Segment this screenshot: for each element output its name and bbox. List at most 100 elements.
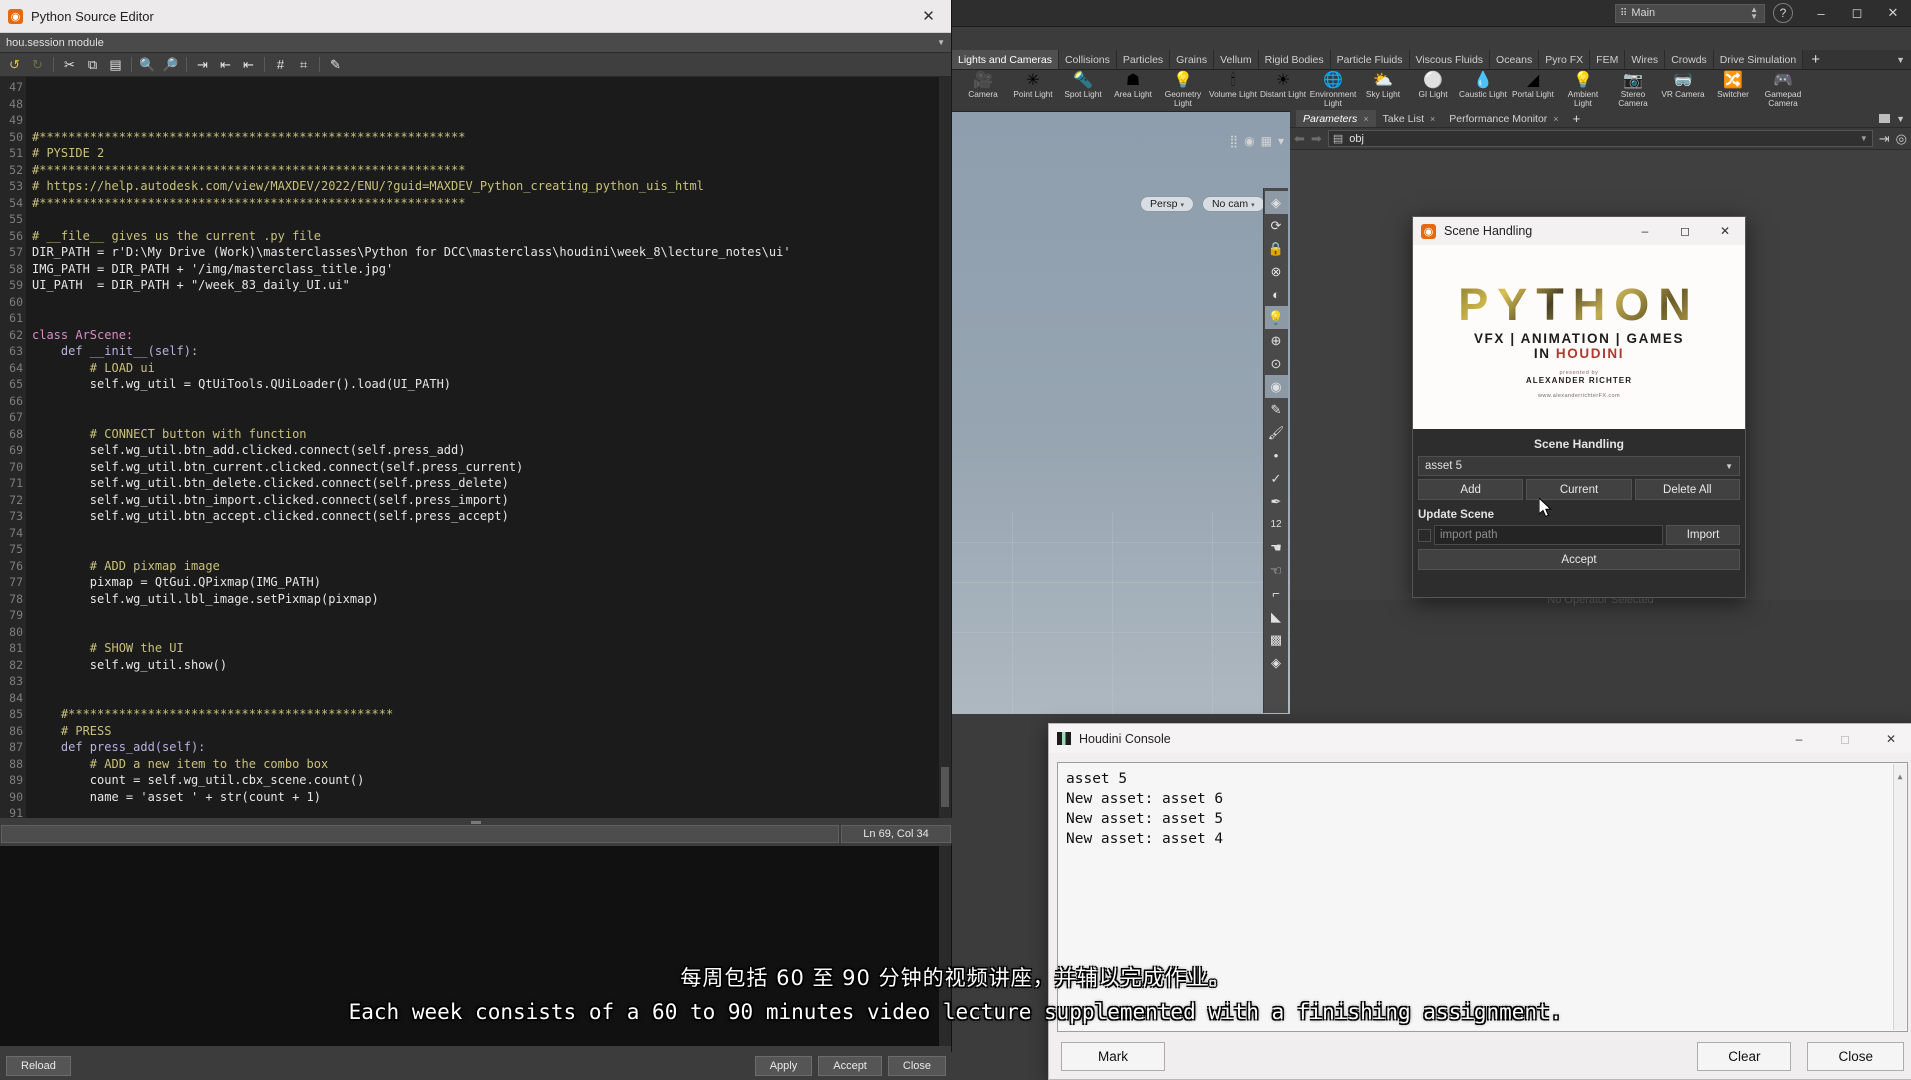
code-line[interactable]: # SHOW the UI — [32, 640, 952, 657]
shelf-tab-lights-and-cameras[interactable]: Lights and Cameras — [952, 50, 1059, 69]
scroll-up-icon[interactable]: ▲ — [1894, 767, 1906, 787]
shelf-tool-caustic-light[interactable]: 💧 Caustic Light — [1458, 70, 1508, 99]
knife-icon[interactable]: ◣ — [1265, 605, 1288, 628]
indent-icon[interactable]: ⇥ — [193, 55, 212, 74]
parameter-path-field[interactable]: ▤ obj ▼ — [1327, 130, 1873, 147]
code-line[interactable]: name = 'asset ' + str(count + 1) — [32, 789, 952, 806]
chevron-down-icon[interactable]: ▼ — [1860, 134, 1868, 143]
measure-icon[interactable]: ⌐ — [1265, 582, 1288, 605]
module-selector-bar[interactable]: hou.session module ▼ — [0, 33, 951, 53]
chevron-down-icon[interactable]: ▼ — [1725, 462, 1733, 471]
code-line[interactable]: self.wg_util.btn_add.clicked.connect(sel… — [32, 442, 952, 459]
code-line[interactable]: # ADD pixmap image — [32, 558, 952, 575]
viewport-camera-selector[interactable]: No cam ▾ — [1201, 196, 1265, 212]
code-line[interactable]: IMG_PATH = DIR_PATH + '/img/masterclass_… — [32, 261, 952, 278]
viewport-display-options-icon[interactable]: ◉ — [1244, 134, 1254, 148]
unindent-icon[interactable]: ⇤ — [216, 55, 235, 74]
import-path-checkbox[interactable] — [1418, 528, 1431, 542]
number-12-icon[interactable]: 12 — [1265, 513, 1288, 536]
paint-icon[interactable]: ✎ — [1265, 398, 1288, 421]
code-line[interactable]: self.wg_util = QtUiTools.QUiLoader().loa… — [32, 376, 952, 393]
code-line[interactable]: #***************************************… — [32, 195, 952, 212]
shelf-add-tab-button[interactable]: + — [1803, 50, 1828, 69]
cut-icon[interactable]: ✂ — [60, 55, 79, 74]
scene-dialog-minimize-button[interactable]: – — [1625, 217, 1665, 245]
code-line[interactable] — [32, 607, 952, 624]
chevron-down-icon[interactable]: ▼ — [1896, 114, 1905, 124]
houdini-close-button[interactable]: ✕ — [1875, 0, 1911, 26]
desktop-spinner-icon[interactable]: ▲ ▼ — [1750, 6, 1758, 21]
shelf-tab-drive-simulation[interactable]: Drive Simulation — [1713, 50, 1804, 69]
clear-button[interactable]: Clear — [1697, 1041, 1792, 1071]
shelf-tab-viscous-fluids[interactable]: Viscous Fluids — [1409, 50, 1491, 69]
no-snap-icon[interactable]: ⊗ — [1265, 260, 1288, 283]
shelf-tool-environment-light[interactable]: 🌐 Environment Light — [1308, 70, 1358, 107]
code-line[interactable]: self.wg_util.show() — [32, 657, 952, 674]
reload-button[interactable]: Reload — [6, 1056, 71, 1076]
import-button[interactable]: Import — [1666, 525, 1740, 545]
pane-menu-icon[interactable] — [1879, 114, 1891, 123]
shelf-tool-gamepad-camera[interactable]: 🎮 Gamepad Camera — [1758, 70, 1808, 107]
delete-all-button[interactable]: Delete All — [1634, 479, 1740, 500]
shelf-tool-volume-light[interactable]: 🕯 Volume Light — [1208, 70, 1258, 99]
shelf-tab-pyro-fx[interactable]: Pyro FX — [1539, 50, 1591, 69]
code-line[interactable] — [32, 673, 952, 690]
code-line[interactable]: self.wg_util.btn_delete.clicked.connect(… — [32, 475, 952, 492]
shelf-tool-ambient-light[interactable]: 💡 Ambient Light — [1558, 70, 1608, 107]
code-line[interactable]: # PYSIDE 2 — [32, 145, 952, 162]
code-line[interactable]: pixmap = QtGui.QPixmap(IMG_PATH) — [32, 574, 952, 591]
parameter-tab-parameters[interactable]: Parameters × — [1296, 110, 1376, 127]
light-add-icon[interactable]: ⊕ — [1265, 329, 1288, 352]
light-place-icon[interactable]: ⊙ — [1265, 352, 1288, 375]
param-target-icon[interactable]: ◎ — [1896, 131, 1907, 147]
chevron-down-icon[interactable]: ▼ — [937, 38, 945, 47]
param-pin-icon[interactable]: ⇥ — [1879, 131, 1890, 147]
viewport-snapshot-icon[interactable]: ▦ — [1261, 134, 1272, 148]
handle-icon[interactable]: ⟳ — [1265, 214, 1288, 237]
redo-icon[interactable]: ↻ — [28, 55, 47, 74]
shelf-tab-vellum[interactable]: Vellum — [1214, 50, 1259, 69]
console-scrollbar[interactable]: ▲ — [1893, 764, 1906, 1030]
output-pane-scrollbar[interactable] — [939, 846, 951, 1046]
shelf-tab-grains[interactable]: Grains — [1170, 50, 1215, 69]
code-line[interactable]: self.wg_util.lbl_image.setPixmap(pixmap) — [32, 591, 952, 608]
editor-close-button[interactable]: Close — [887, 1056, 946, 1076]
add-button[interactable]: Add — [1418, 479, 1524, 500]
code-line[interactable]: def press_add(self): — [32, 739, 952, 756]
scene-dialog-close-button[interactable]: ✕ — [1705, 217, 1745, 245]
undo-icon[interactable]: ↺ — [5, 55, 24, 74]
houdini-maximize-button[interactable]: ◻ — [1839, 0, 1875, 26]
code-line[interactable]: count = self.wg_util.cbx_scene.count() — [32, 772, 952, 789]
import-path-input[interactable]: import path — [1434, 525, 1663, 545]
code-line[interactable] — [32, 409, 952, 426]
shelf-tool-point-light[interactable]: ✳ Point Light — [1008, 70, 1058, 99]
shelf-tool-gi-light[interactable]: ⚪ GI Light — [1408, 70, 1458, 99]
viewport-layout-icon[interactable]: ⣿ — [1229, 134, 1238, 148]
shelf-tool-geometry-light[interactable]: 💡 Geometry Light — [1158, 70, 1208, 107]
code-line[interactable]: self.wg_util.btn_current.clicked.connect… — [32, 459, 952, 476]
code-line[interactable]: # ADD a new item to the combo box — [32, 756, 952, 773]
shelf-overflow-icon[interactable]: ▼ — [1890, 50, 1911, 69]
python-editor-close-button[interactable]: ✕ — [906, 0, 951, 33]
soft-select-icon[interactable]: ☚ — [1265, 536, 1288, 559]
shelf-tool-distant-light[interactable]: ☀ Distant Light — [1258, 70, 1308, 99]
texture-icon[interactable]: ▩ — [1265, 628, 1288, 651]
code-line[interactable] — [32, 805, 952, 818]
outdent-icon[interactable]: ⇤ — [239, 55, 258, 74]
edit-external-icon[interactable]: ✎ — [326, 55, 345, 74]
edit-icon[interactable]: ✓ — [1265, 467, 1288, 490]
find-replace-icon[interactable]: 🔎 — [161, 55, 180, 74]
code-line[interactable] — [32, 525, 952, 542]
code-line[interactable]: #***************************************… — [32, 162, 952, 179]
shelf-tab-particles[interactable]: Particles — [1116, 50, 1171, 69]
python-editor-output-pane[interactable] — [0, 846, 952, 1046]
shelf-tool-switcher[interactable]: 🔀 Switcher — [1708, 70, 1758, 99]
code-line[interactable] — [32, 79, 952, 96]
code-line[interactable] — [32, 690, 952, 707]
param-back-icon[interactable]: ⬅ — [1294, 131, 1305, 147]
material-icon[interactable]: ◉ — [1264, 375, 1288, 398]
code-line[interactable] — [32, 96, 952, 113]
code-line[interactable]: UI_PATH = DIR_PATH + "/week_83_daily_UI.… — [32, 277, 952, 294]
shelf-tab-collisions[interactable]: Collisions — [1058, 50, 1117, 69]
code-line[interactable]: # __file__ gives us the current .py file — [32, 228, 952, 245]
